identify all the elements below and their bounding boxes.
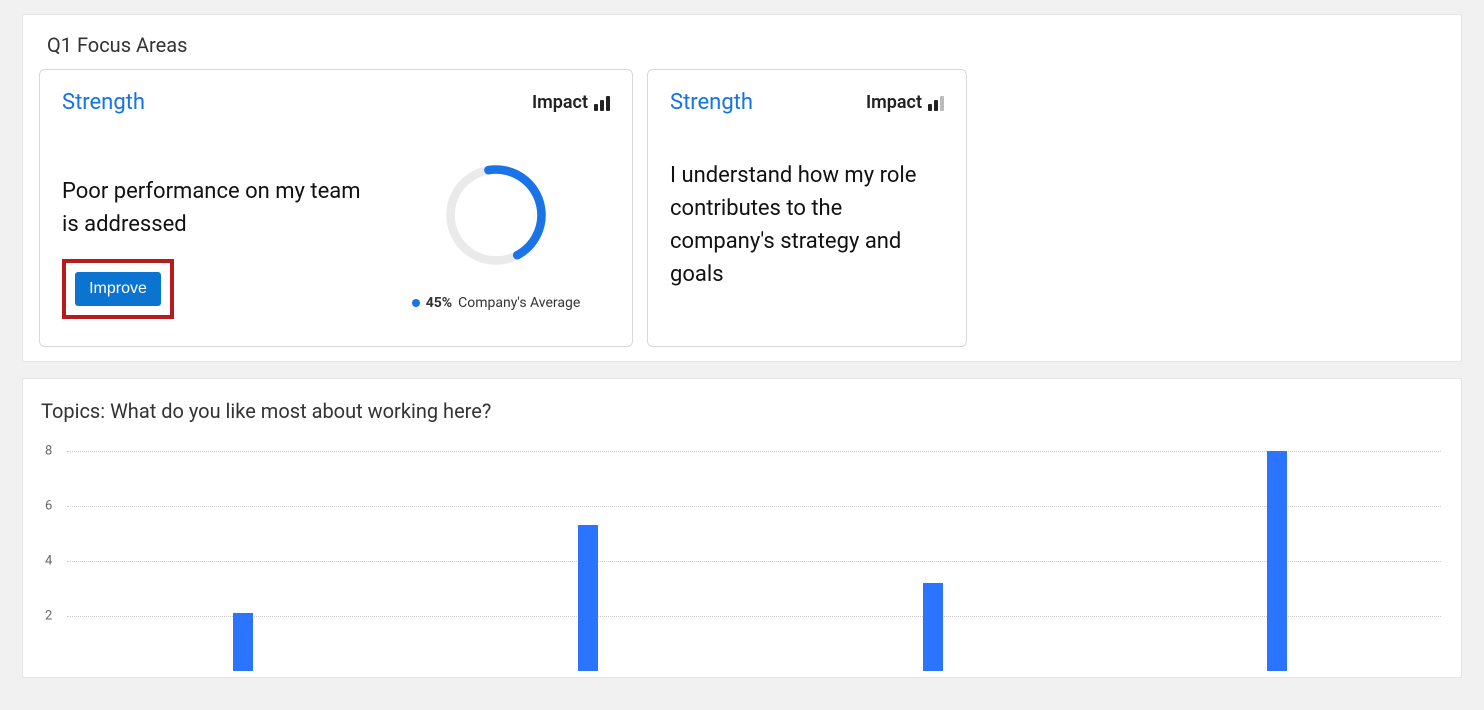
bar (233, 613, 253, 671)
impact-indicator: Impact (532, 92, 610, 113)
card-text: Poor performance on my team is addressed (62, 175, 362, 241)
gridline (67, 616, 1441, 617)
donut-legend: 45% Company's Average (412, 295, 581, 311)
bar (1267, 451, 1287, 671)
gridline (67, 561, 1441, 562)
focus-cards-row: Strength Impact Poor performance on my t… (39, 69, 1445, 347)
improve-highlight-box: Improve (62, 259, 174, 319)
focus-card-1: Strength Impact Poor performance on my t… (39, 69, 633, 347)
card-header: Strength Impact (670, 90, 944, 115)
strength-link[interactable]: Strength (62, 90, 145, 115)
impact-label: Impact (532, 92, 588, 113)
focus-areas-panel: Q1 Focus Areas Strength Impact Poor perf… (22, 14, 1462, 362)
bars-icon (928, 95, 944, 111)
card-header: Strength Impact (62, 90, 610, 115)
improve-button[interactable]: Improve (75, 272, 161, 306)
donut-column: 45% Company's Average (382, 125, 610, 324)
y-tick-label: 4 (45, 554, 52, 569)
card-text: I understand how my role contributes to … (670, 159, 944, 291)
strength-link[interactable]: Strength (670, 90, 753, 115)
bar (578, 525, 598, 671)
legend-dot-icon (412, 299, 420, 307)
focus-card-2: Strength Impact I understand how my role… (647, 69, 967, 347)
y-tick-label: 2 (45, 609, 52, 624)
bar (923, 583, 943, 671)
y-tick-label: 6 (45, 499, 52, 514)
bars-icon (594, 95, 610, 111)
gridline (67, 506, 1441, 507)
legend-pct: 45% (426, 295, 452, 311)
impact-indicator: Impact (866, 92, 944, 113)
impact-label: Impact (866, 92, 922, 113)
focus-areas-title: Q1 Focus Areas (47, 33, 1445, 57)
topics-panel: Topics: What do you like most about work… (22, 378, 1462, 678)
card-body: Poor performance on my team is addressed… (62, 125, 610, 324)
y-tick-label: 8 (45, 444, 52, 459)
donut-chart-icon (436, 155, 556, 275)
topics-title: Topics: What do you like most about work… (41, 399, 1447, 423)
topics-bar-chart: 2468 (67, 451, 1441, 671)
legend-text: Company's Average (458, 295, 580, 311)
card-left-col: Poor performance on my team is addressed… (62, 125, 362, 324)
gridline (67, 451, 1441, 452)
